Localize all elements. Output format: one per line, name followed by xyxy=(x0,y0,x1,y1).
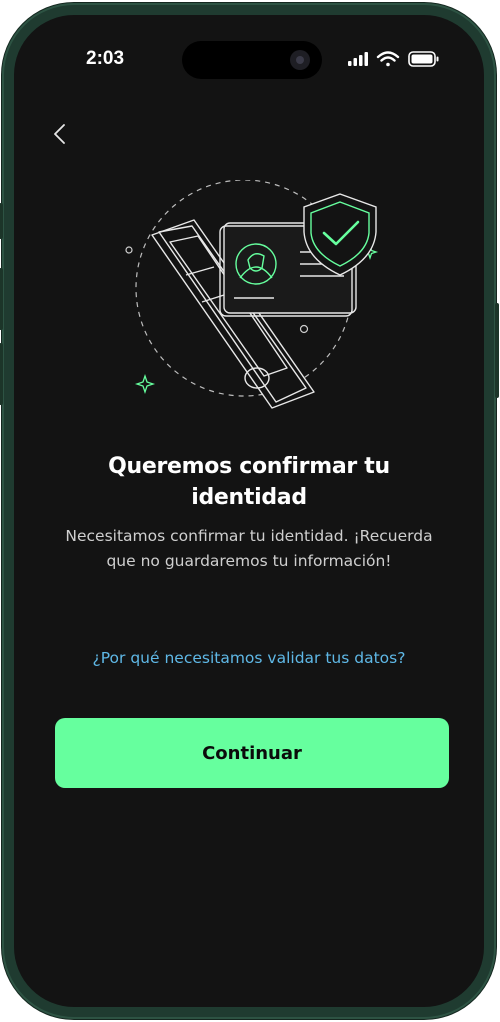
why-validate-link[interactable]: ¿Por qué necesitamos validar tus datos? xyxy=(44,649,454,667)
power-button xyxy=(495,303,499,398)
battery-icon xyxy=(408,51,439,67)
volume-up-button xyxy=(0,268,3,330)
identity-illustration xyxy=(124,179,384,430)
phone-frame: 2:03 Queremos confirmar tu identidad Nec… xyxy=(0,3,499,1019)
volume-down-button xyxy=(0,343,3,405)
small-dot-icon xyxy=(299,324,309,334)
continue-button[interactable]: Continuar xyxy=(55,718,449,788)
app-screen: 2:03 Queremos confirmar tu identidad Nec… xyxy=(14,15,484,1007)
status-icons xyxy=(348,49,448,69)
page-title: Queremos confirmar tu identidad xyxy=(108,454,390,510)
wifi-icon xyxy=(376,51,400,67)
small-dot-icon xyxy=(125,246,133,254)
cellular-signal-icon xyxy=(348,52,368,66)
front-camera xyxy=(290,50,310,70)
status-time: 2:03 xyxy=(86,48,125,69)
page-description: Necesitamos confirmar tu identidad. ¡Rec… xyxy=(65,527,433,570)
chevron-left-icon xyxy=(54,124,65,144)
back-button[interactable] xyxy=(46,119,76,149)
action-button xyxy=(0,203,3,239)
